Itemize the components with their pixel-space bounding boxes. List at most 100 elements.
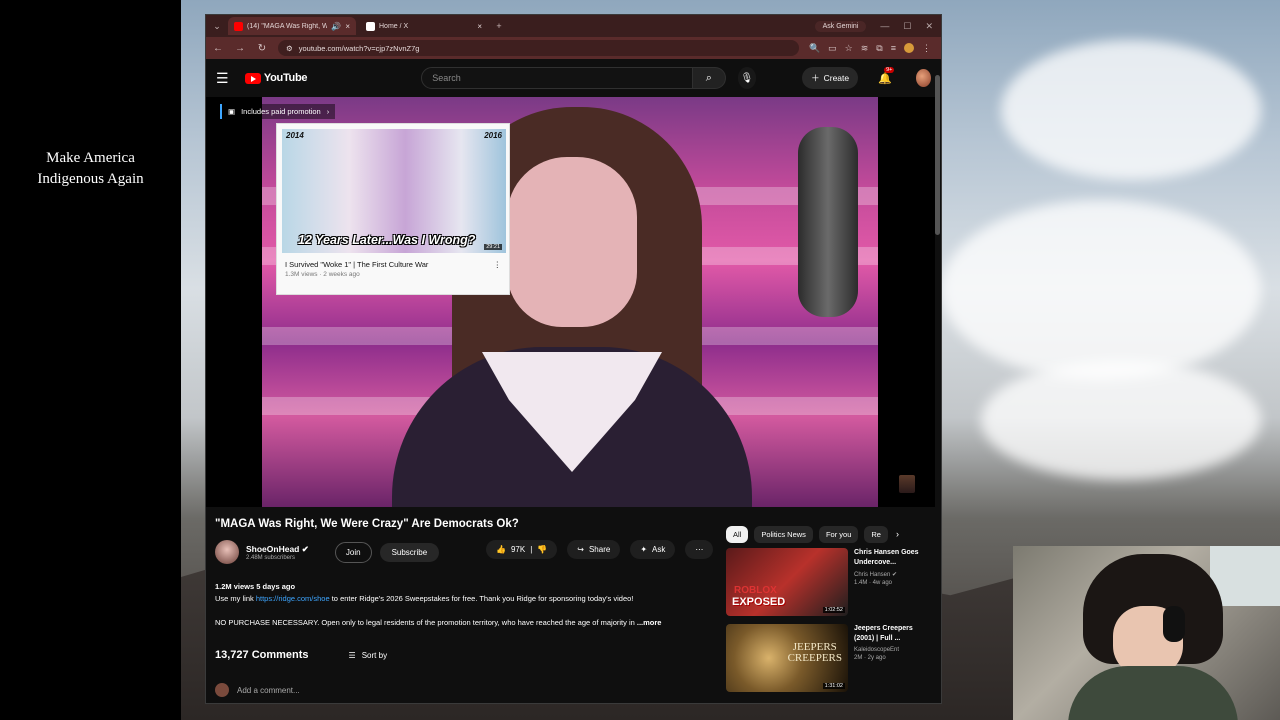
new-tab-button[interactable]: + (492, 19, 506, 33)
video-actions: 👍 97K | 👎 ↪ Share ✦ Ask ⋯ (486, 540, 714, 559)
profile-avatar-icon[interactable] (904, 43, 914, 53)
channel-watermark[interactable] (899, 475, 915, 493)
thumbs-up-icon: 👍 (496, 545, 506, 554)
site-info-icon[interactable]: ⚙ (286, 44, 293, 53)
tab-youtube[interactable]: (14) "MAGA Was Right, We 🔊 × (228, 17, 356, 35)
hamburger-menu-icon[interactable]: ☰ (216, 70, 233, 87)
chip-recent[interactable]: Re (864, 525, 888, 543)
sort-button[interactable]: ☰ Sort by (349, 651, 388, 660)
stream-left-panel: Make America Indigenous Again (0, 0, 181, 720)
card-title[interactable]: I Survived "Woke 1" | The First Culture … (285, 260, 428, 269)
search-input[interactable]: Search (421, 67, 694, 89)
verified-icon: ✔ (892, 572, 898, 578)
card-thumb-text: 12 Years Later...Was I Wrong? (298, 233, 476, 247)
more-vert-icon[interactable]: ⋮ (494, 260, 502, 269)
toolbar-icons: 🔍 ▭ ☆ ≋ ⧉ ≡ ⋮ (809, 43, 935, 54)
recommendations-panel: All Politics News For you Re › ROBLOX EX… (726, 524, 936, 706)
sponsor-link[interactable]: https://ridge.com/shoe (256, 594, 330, 603)
rec-duration: 1:31:02 (822, 683, 845, 689)
url-field[interactable]: ⚙ youtube.com/watch?v=cjp7zNvnZ7g (278, 40, 799, 56)
channel-name[interactable]: ShoeOnHead ✔ (246, 544, 309, 555)
close-icon[interactable]: × (345, 22, 350, 31)
rec-channel[interactable]: KaleidoscopeEnt (854, 647, 930, 653)
more-horiz-icon: ⋯ (695, 545, 704, 554)
extensions-icon[interactable]: ⧉ (876, 43, 882, 54)
subscribe-button[interactable]: Subscribe (379, 542, 440, 562)
rec-title[interactable]: Chris Hansen Goes Undercove... (854, 548, 930, 568)
rec-channel[interactable]: Chris Hansen ✔ (854, 571, 930, 578)
maximize-icon[interactable]: ☐ (903, 21, 911, 32)
share-button[interactable]: ↪ Share (567, 540, 621, 559)
chip-all[interactable]: All (726, 525, 749, 543)
desc-text: NO PURCHASE NECESSARY. Open only to lega… (215, 618, 635, 627)
more-actions-button[interactable]: ⋯ (685, 540, 714, 559)
rec-thumbnail[interactable]: JEEPERS CREEPERS 1:31:02 (726, 624, 848, 692)
rec-info: Jeepers Creepers (2001) | Full ... Kalei… (854, 624, 930, 694)
rec-meta: 1.4M · 4w ago (854, 580, 893, 586)
add-comment-row[interactable]: Add a comment... (215, 683, 300, 697)
create-button[interactable]: ＋ Create (802, 67, 859, 89)
info-icon: ▣ (228, 107, 236, 116)
views-date: 1.2M views 5 days ago (215, 582, 296, 591)
recommendation-item[interactable]: ROBLOX EXPOSED 1:02:52 Chris Hansen Goes… (726, 548, 936, 618)
rec-duration: 1:02:52 (822, 607, 845, 613)
tab-search-icon[interactable]: ⌄ (210, 19, 224, 33)
verified-icon: ✔ (301, 543, 309, 554)
recommendation-item[interactable]: JEEPERS CREEPERS 1:31:02 Jeepers Creepers… (726, 624, 936, 694)
audio-wave-icon[interactable]: ≋ (861, 43, 869, 54)
chevron-right-icon[interactable]: › (896, 529, 899, 539)
channel-name-text: ShoeOnHead (246, 543, 300, 554)
search-icon: ⌕ (705, 71, 712, 84)
channel-avatar[interactable] (215, 540, 239, 564)
description-box[interactable]: 1.2M views 5 days ago Use my link https:… (215, 581, 717, 629)
account-avatar[interactable] (915, 69, 932, 87)
chip-politics-news[interactable]: Politics News (754, 525, 813, 543)
share-icon: ↪ (577, 545, 584, 554)
browser-menu-icon[interactable]: ⋮ (922, 43, 931, 54)
cast-icon[interactable]: ▭ (828, 43, 837, 54)
video-player[interactable]: ▣ Includes paid promotion › 2014 2016 12… (206, 97, 935, 507)
reload-icon[interactable]: ↻ (256, 43, 268, 54)
rec-title[interactable]: Jeepers Creepers (2001) | Full ... (854, 624, 930, 644)
thumbs-down-icon[interactable]: 👎 (537, 545, 547, 554)
forward-icon[interactable]: → (234, 43, 246, 54)
streamer-body (1068, 666, 1238, 720)
studio-microphone (798, 127, 858, 317)
card-thumbnail[interactable]: 2014 2016 12 Years Later...Was I Wrong? … (282, 129, 506, 253)
paid-promotion-label[interactable]: ▣ Includes paid promotion › (220, 104, 336, 119)
youtube-logo[interactable]: YouTube (244, 72, 308, 84)
end-card-video[interactable]: 2014 2016 12 Years Later...Was I Wrong? … (276, 123, 510, 295)
page-scrollbar[interactable] (935, 75, 940, 235)
join-button[interactable]: Join (334, 541, 372, 563)
tab-title: Home / X (379, 22, 409, 30)
chip-for-you[interactable]: For you (818, 525, 859, 543)
reading-list-icon[interactable]: ≡ (891, 43, 896, 53)
close-window-icon[interactable]: ✕ (925, 21, 933, 32)
like-count: 97K (510, 545, 526, 554)
notifications-button[interactable]: 🔔 9+ (878, 66, 895, 85)
more-button[interactable]: ...more (637, 618, 662, 627)
ask-gemini-button[interactable]: Ask Gemini (814, 20, 867, 32)
commenter-avatar (215, 683, 229, 697)
back-icon[interactable]: ← (212, 43, 224, 54)
ask-button[interactable]: ✦ Ask (630, 540, 676, 559)
minimize-icon[interactable]: — (880, 21, 889, 32)
zoom-icon[interactable]: 🔍 (809, 43, 820, 54)
caption-line-1: Make America (46, 150, 135, 166)
tab-x[interactable]: Home / X × (360, 17, 488, 35)
close-icon[interactable]: × (477, 22, 482, 31)
channel-info: ShoeOnHead ✔ 2.48M subscribers (246, 544, 309, 561)
like-button[interactable]: 👍 97K | 👎 (486, 540, 558, 559)
rec-thumbnail[interactable]: ROBLOX EXPOSED 1:02:52 (726, 548, 848, 616)
youtube-header: ☰ YouTube Search ⌕ 🎙 ＋ Create 🔔 9+ (206, 59, 941, 97)
description-line-1: Use my link https://ridge.com/shoe to en… (215, 593, 717, 605)
bookmark-star-icon[interactable]: ☆ (845, 43, 853, 54)
cloud (941, 200, 1261, 380)
stream-caption: Make America Indigenous Again (0, 148, 181, 190)
voice-search-button[interactable]: 🎙 (737, 67, 757, 89)
address-bar-row: ← → ↻ ⚙ youtube.com/watch?v=cjp7zNvnZ7g … (206, 37, 941, 59)
search-button[interactable]: ⌕ (693, 67, 726, 89)
ask-label: Ask (652, 545, 666, 554)
audio-icon[interactable]: 🔊 (331, 22, 341, 31)
